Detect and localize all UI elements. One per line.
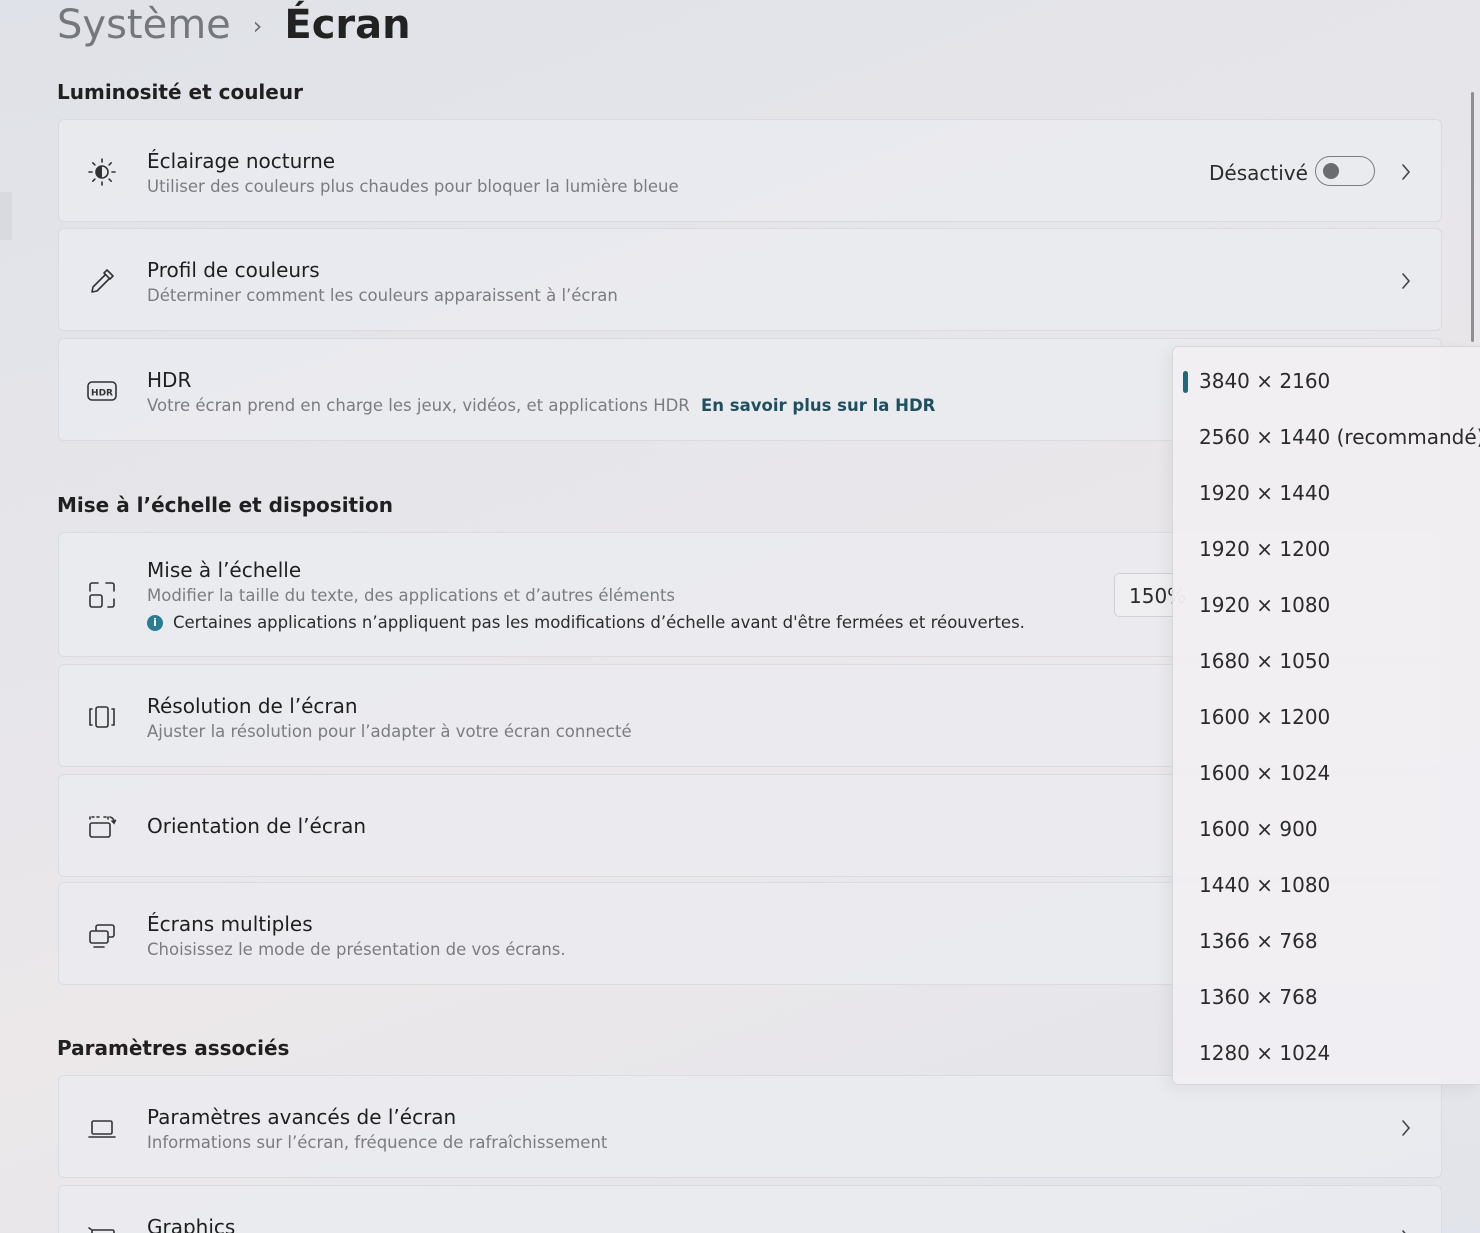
scaling-info: i Certaines applications n’appliquent pa… xyxy=(147,613,1025,632)
breadcrumb-separator-icon: › xyxy=(252,12,263,40)
resolution-option[interactable]: 1280 × 1024 xyxy=(1199,1033,1330,1073)
resolution-option[interactable]: 1366 × 768 xyxy=(1199,921,1318,961)
chevron-right-icon xyxy=(1399,1117,1413,1139)
resolution-desc: Ajuster la résolution pour l’adapter à v… xyxy=(147,722,632,741)
toggle-knob xyxy=(1323,163,1339,179)
scaling-desc: Modifier la taille du texte, des applica… xyxy=(147,586,676,605)
resolution-option[interactable]: 1360 × 768 xyxy=(1199,977,1318,1017)
page-title: Écran xyxy=(284,2,411,48)
color-profile-desc: Déterminer comment les couleurs apparais… xyxy=(147,286,618,305)
resolution-icon xyxy=(85,700,119,734)
advanced-display-card[interactable]: Paramètres avancés de l’écran Informatio… xyxy=(58,1075,1442,1178)
scale-icon xyxy=(85,578,119,612)
scaling-info-text: Certaines applications n’appliquent pas … xyxy=(173,613,1025,632)
multiple-displays-title: Écrans multiples xyxy=(147,912,313,936)
chevron-right-icon xyxy=(1399,270,1413,292)
night-light-card[interactable]: Éclairage nocturne Utiliser des couleurs… xyxy=(58,119,1442,222)
breadcrumb: Système › Écran xyxy=(57,0,411,50)
graphics-card[interactable]: Graphics xyxy=(58,1185,1442,1233)
multiple-displays-icon xyxy=(85,918,119,952)
chevron-right-icon xyxy=(1399,1227,1413,1233)
hdr-title: HDR xyxy=(147,368,192,392)
chevron-right-icon xyxy=(1399,161,1413,183)
resolution-option[interactable]: 1440 × 1080 xyxy=(1199,865,1330,905)
night-light-toggle[interactable] xyxy=(1315,156,1375,186)
hdr-icon-label: HDR xyxy=(91,389,113,399)
resolution-option[interactable]: 3840 × 2160 xyxy=(1182,361,1330,401)
resolution-option[interactable]: 1680 × 1050 xyxy=(1199,641,1330,681)
graphics-title: Graphics xyxy=(147,1215,236,1233)
hdr-learn-more-link[interactable]: En savoir plus sur la HDR xyxy=(701,396,935,415)
resolution-option[interactable]: 1600 × 1024 xyxy=(1199,753,1330,793)
night-light-icon xyxy=(85,155,119,189)
resolution-option[interactable]: 1920 × 1440 xyxy=(1199,473,1330,513)
color-profile-title: Profil de couleurs xyxy=(147,258,320,282)
night-light-desc: Utiliser des couleurs plus chaudes pour … xyxy=(147,177,679,196)
orientation-title: Orientation de l’écran xyxy=(147,814,366,838)
resolution-option[interactable]: 1600 × 1200 xyxy=(1199,697,1330,737)
laptop-icon xyxy=(85,1111,119,1145)
multiple-displays-desc: Choisissez le mode de présentation de vo… xyxy=(147,940,566,959)
hdr-icon: HDR xyxy=(85,374,119,408)
night-light-title: Éclairage nocturne xyxy=(147,149,336,173)
orientation-icon xyxy=(85,810,119,844)
resolution-option[interactable]: 1920 × 1200 xyxy=(1199,529,1330,569)
scaling-title: Mise à l’échelle xyxy=(147,558,302,582)
resolution-option[interactable]: 2560 × 1440 (recommandé) xyxy=(1199,417,1480,457)
advanced-display-title: Paramètres avancés de l’écran xyxy=(147,1105,457,1129)
breadcrumb-parent-systeme[interactable]: Système xyxy=(57,2,231,48)
resolution-dropdown-list[interactable]: 3840 × 2160 2560 × 1440 (recommandé) 192… xyxy=(1172,346,1480,1085)
eyedropper-icon xyxy=(85,264,119,298)
color-profile-card[interactable]: Profil de couleurs Déterminer comment le… xyxy=(58,228,1442,331)
advanced-display-desc: Informations sur l’écran, fréquence de r… xyxy=(147,1133,608,1152)
graphics-icon xyxy=(85,1221,119,1233)
hdr-desc-line: Votre écran prend en charge les jeux, vi… xyxy=(147,396,935,415)
section-title-related: Paramètres associés xyxy=(57,1036,290,1060)
window-edge-indicator xyxy=(0,192,12,240)
scrollbar[interactable] xyxy=(1471,92,1474,342)
night-light-state: Désactivé xyxy=(1209,161,1308,185)
hdr-desc: Votre écran prend en charge les jeux, vi… xyxy=(147,396,690,415)
resolution-option[interactable]: 1600 × 900 xyxy=(1199,809,1318,849)
info-icon: i xyxy=(147,614,163,631)
section-title-scale-layout: Mise à l’échelle et disposition xyxy=(57,493,393,517)
section-title-brightness: Luminosité et couleur xyxy=(57,80,303,104)
resolution-title: Résolution de l’écran xyxy=(147,694,358,718)
resolution-option[interactable]: 1920 × 1080 xyxy=(1199,585,1330,625)
